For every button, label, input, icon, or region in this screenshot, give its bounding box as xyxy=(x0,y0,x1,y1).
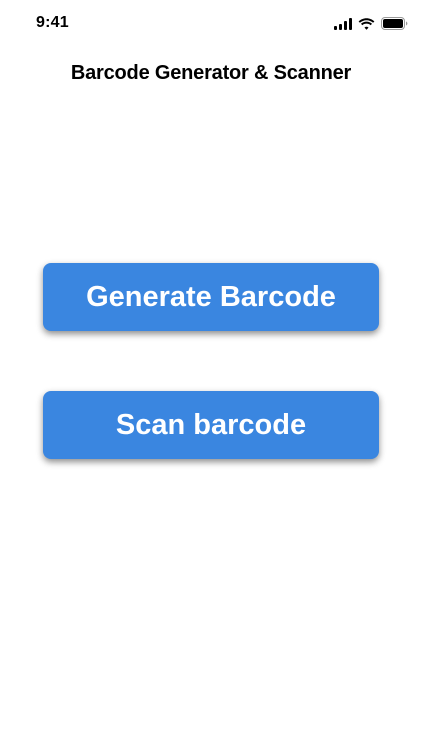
cellular-signal-icon xyxy=(334,17,352,30)
status-bar: 9:41 xyxy=(0,0,422,44)
wifi-icon xyxy=(358,17,375,30)
battery-icon xyxy=(381,17,408,30)
status-time: 9:41 xyxy=(36,14,69,31)
page-title: Barcode Generator & Scanner xyxy=(70,62,352,84)
scan-barcode-button[interactable]: Scan barcode xyxy=(43,391,379,459)
generate-barcode-button[interactable]: Generate Barcode xyxy=(43,263,379,331)
status-icons xyxy=(334,17,408,30)
